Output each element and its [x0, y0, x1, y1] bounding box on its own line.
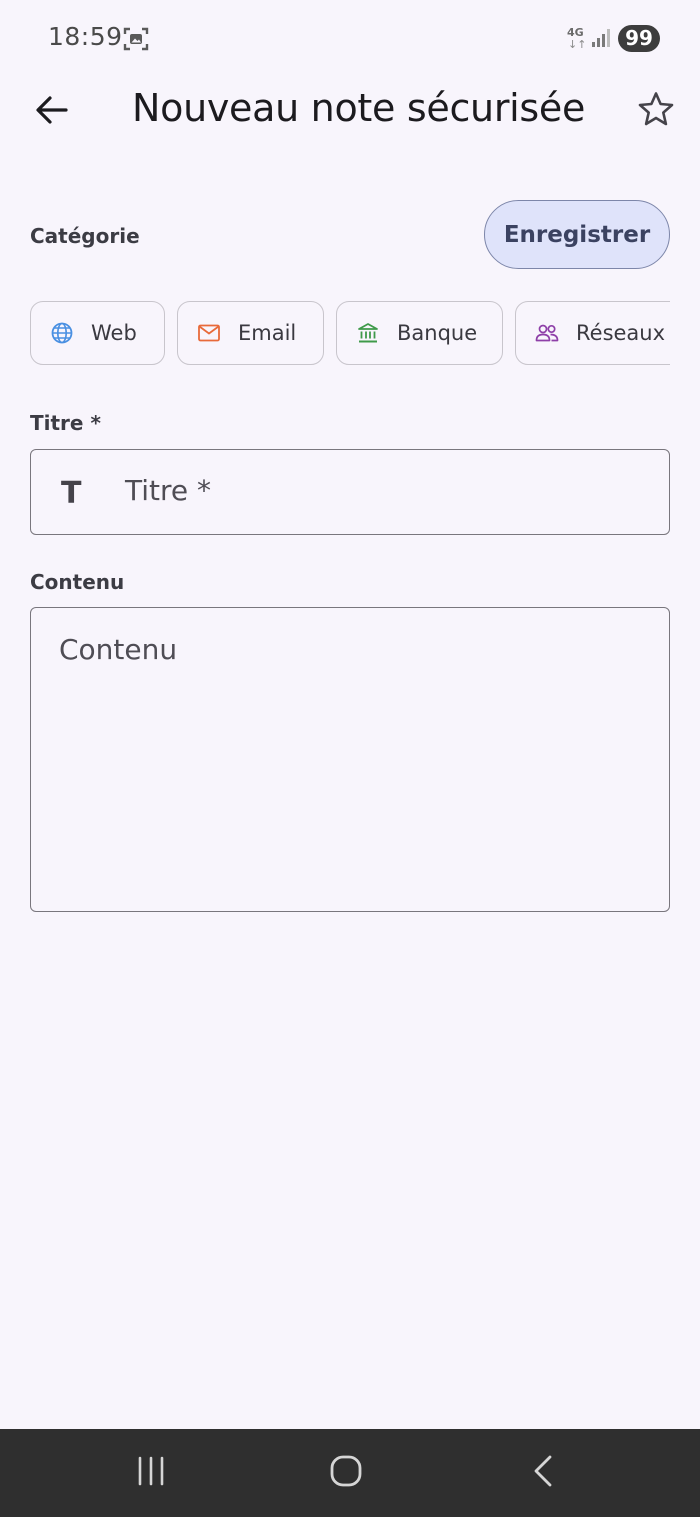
- content-placeholder: Contenu: [59, 633, 178, 666]
- back-icon: [531, 1454, 555, 1492]
- favorite-button[interactable]: [632, 86, 680, 136]
- chip-label: Banque: [397, 321, 478, 345]
- content-label: Contenu: [30, 570, 125, 594]
- page-title: Nouveau note sécurisée: [132, 86, 586, 130]
- mail-icon: [197, 321, 221, 345]
- title-placeholder: Titre *: [125, 474, 212, 507]
- save-button[interactable]: Enregistrer: [484, 200, 670, 269]
- network-indicator: 4G ↓↑: [567, 26, 587, 52]
- recent-apps-icon: [135, 1455, 167, 1491]
- status-bar: 18:59 4G ↓↑ 99: [0, 0, 700, 78]
- chip-social[interactable]: Réseaux s: [515, 301, 670, 365]
- people-icon: [535, 321, 559, 345]
- globe-icon: [50, 321, 74, 345]
- data-arrows: ↓↑: [568, 38, 587, 51]
- home-button[interactable]: [301, 1429, 391, 1517]
- status-time: 18:59: [48, 22, 123, 51]
- recent-apps-button[interactable]: [106, 1429, 196, 1517]
- nav-back-button[interactable]: [498, 1429, 588, 1517]
- category-chips: Web Email Banque Réseaux: [30, 301, 670, 366]
- title-input[interactable]: T Titre *: [30, 449, 670, 535]
- arrow-back-icon: [35, 95, 69, 129]
- signal-icon: [592, 29, 612, 47]
- chip-label: Réseaux s: [576, 321, 670, 345]
- chip-email[interactable]: Email: [177, 301, 324, 365]
- content-textarea[interactable]: Contenu: [30, 607, 670, 912]
- battery-indicator: 99: [618, 25, 660, 52]
- star-outline-icon: [637, 91, 675, 131]
- chip-web[interactable]: Web: [30, 301, 165, 365]
- chip-bank[interactable]: Banque: [336, 301, 503, 365]
- chip-label: Email: [238, 321, 297, 345]
- screenshot-icon: [123, 27, 149, 51]
- home-icon: [329, 1454, 363, 1492]
- title-label: Titre *: [30, 411, 101, 435]
- text-icon: T: [61, 476, 82, 511]
- back-button[interactable]: [28, 88, 76, 136]
- category-label: Catégorie: [30, 224, 140, 248]
- bank-icon: [356, 321, 380, 345]
- app-bar: Nouveau note sécurisée: [0, 78, 700, 144]
- system-nav-bar: [0, 1429, 700, 1517]
- chip-label: Web: [91, 321, 137, 345]
